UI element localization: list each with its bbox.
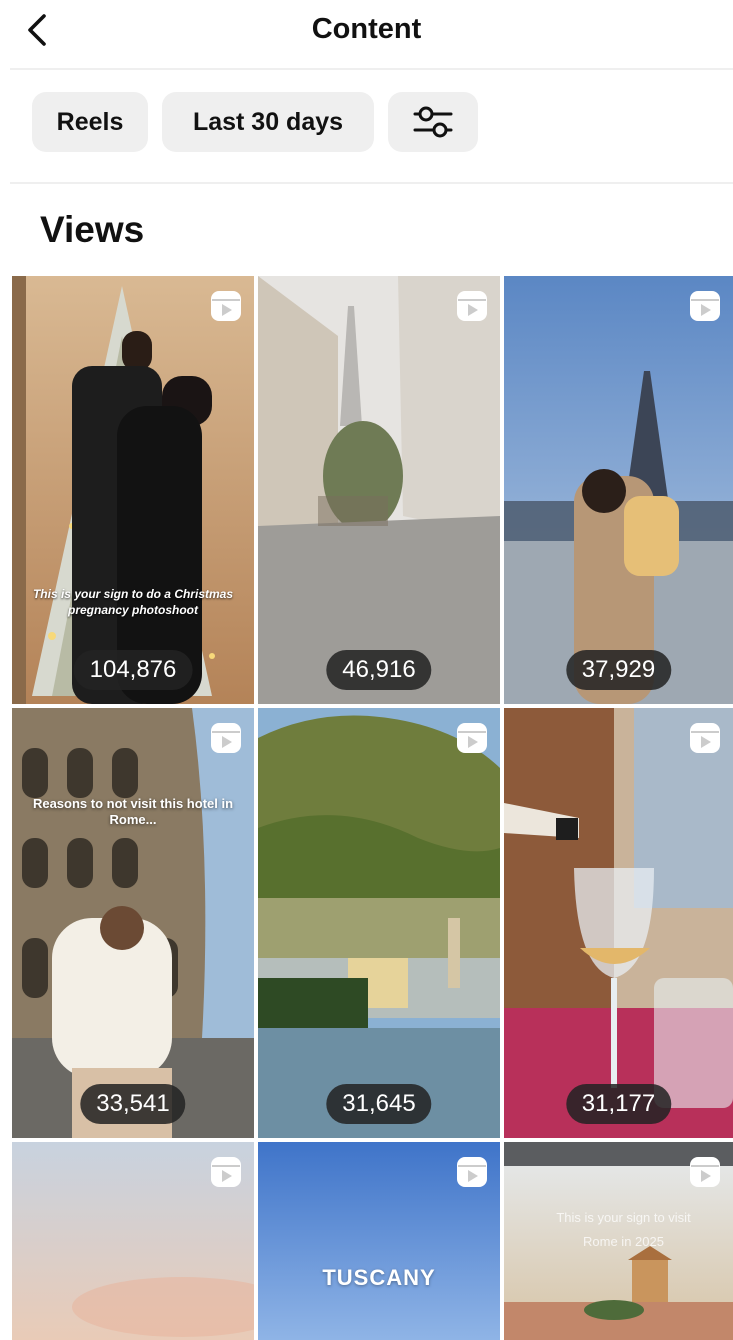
reel-icon [457, 1157, 487, 1187]
reel-image-wine [504, 708, 733, 1138]
date-range-chip[interactable]: Last 30 days [162, 92, 374, 152]
sliders-icon [413, 106, 453, 138]
reel-thumbnail[interactable] [12, 1142, 254, 1340]
top-bar: Content [0, 0, 733, 70]
reel-image-colosseum [12, 708, 254, 1138]
reel-caption: TUSCANY [322, 1265, 436, 1290]
reel-icon [211, 291, 241, 321]
view-count-badge: 104,876 [73, 650, 193, 690]
reel-thumbnail[interactable]: 31,645 [258, 708, 500, 1138]
filters-divider [10, 182, 733, 184]
filter-chips: Reels Last 30 days [32, 92, 478, 152]
filter-options-button[interactable] [388, 92, 478, 152]
reel-image-christmas [12, 276, 254, 704]
reels-filter-chip[interactable]: Reels [32, 92, 148, 152]
header-divider [10, 68, 733, 70]
reel-icon [690, 291, 720, 321]
reel-thumbnail[interactable]: This is your sign to do a Christmas preg… [12, 276, 254, 704]
reel-thumbnail[interactable]: TUSCANY [258, 1142, 500, 1340]
reel-icon [690, 723, 720, 753]
reel-image-lake [258, 708, 500, 1138]
reel-thumbnail[interactable]: Reasons to not visit this hotel in Rome.… [12, 708, 254, 1138]
reel-thumbnail[interactable]: This is your sign to visit Rome in 2025 [504, 1142, 733, 1340]
view-count-badge: 33,541 [80, 1084, 186, 1124]
reel-icon [211, 1157, 241, 1187]
view-count-badge: 37,929 [565, 650, 672, 690]
view-count-badge: 31,177 [565, 1084, 672, 1124]
view-count-badge: 46,916 [326, 650, 432, 690]
view-count-badge: 31,645 [326, 1084, 432, 1124]
reel-thumbnail[interactable]: 37,929 [504, 276, 733, 704]
reel-icon [211, 723, 241, 753]
reel-thumbnail[interactable]: 31,177 [504, 708, 733, 1138]
reel-caption: This is your sign to do a Christmas preg… [32, 587, 234, 617]
reel-image-paris-street [258, 276, 500, 704]
reel-caption: Reasons to not visit this hotel in Rome.… [32, 796, 234, 827]
reel-image-eiffel [504, 276, 733, 704]
section-title: Views [40, 209, 145, 250]
reel-caption: This is your sign to visit Rome in 2025 [556, 1210, 691, 1249]
reel-thumbnail[interactable]: 46,916 [258, 276, 500, 704]
reels-grid: This is your sign to do a Christmas preg… [12, 276, 733, 1340]
reel-icon [457, 723, 487, 753]
reel-icon [457, 291, 487, 321]
reel-icon [690, 1157, 720, 1187]
page-title: Content [311, 13, 422, 45]
